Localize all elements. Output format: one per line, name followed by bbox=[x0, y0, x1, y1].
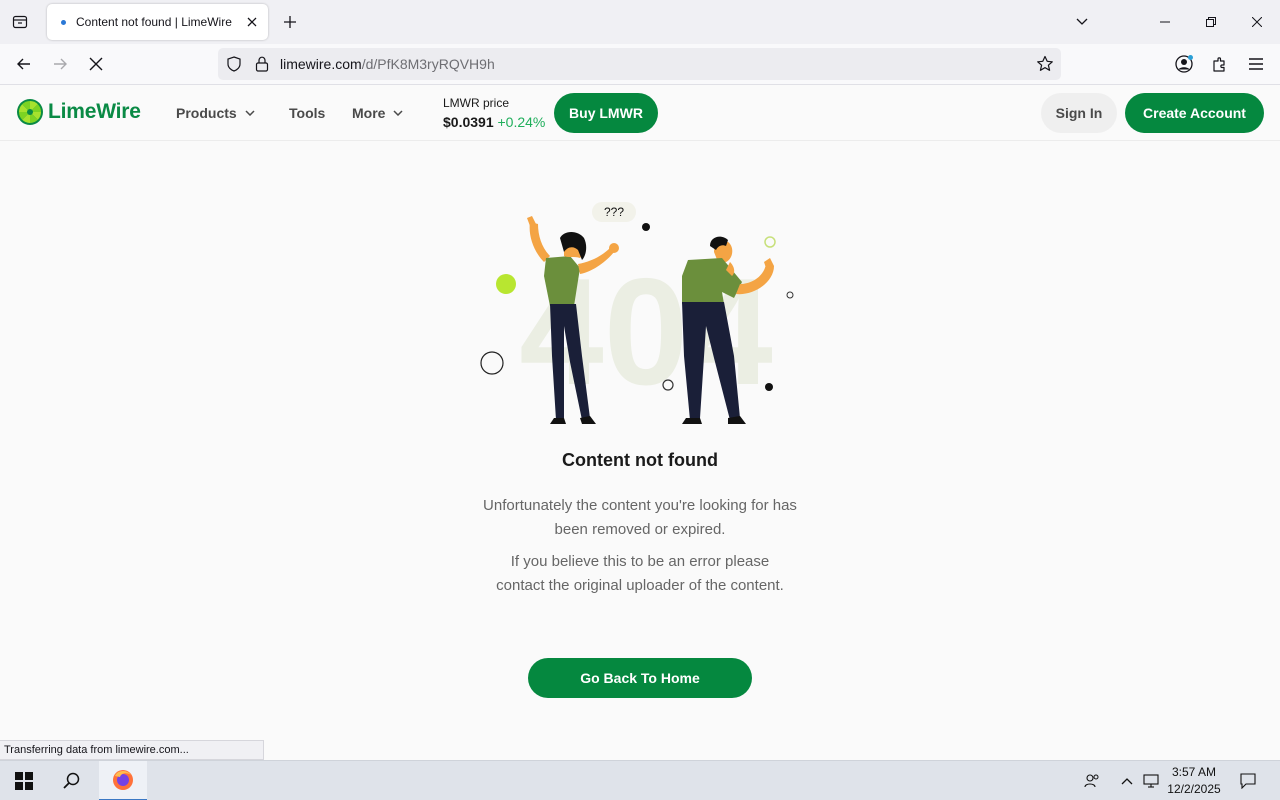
logo-text: LimeWire bbox=[48, 100, 141, 123]
url-text: limewire.com/d/PfK8M3ryRQVH9h bbox=[280, 56, 495, 72]
outline-circle bbox=[480, 351, 504, 375]
price-amount: $0.0391 bbox=[443, 114, 494, 130]
tab-list-icon[interactable] bbox=[8, 10, 32, 34]
minimize-icon[interactable] bbox=[1142, 0, 1188, 44]
stop-loading-icon[interactable] bbox=[82, 50, 110, 78]
lock-icon[interactable] bbox=[252, 54, 272, 74]
clock-time: 3:57 AM bbox=[1171, 765, 1217, 779]
black-dot bbox=[642, 223, 650, 231]
outline-circle bbox=[764, 236, 776, 248]
nav-more-label: More bbox=[352, 105, 386, 121]
browser-navbar: limewire.com/d/PfK8M3ryRQVH9h bbox=[0, 44, 1280, 85]
back-arrow-icon[interactable] bbox=[10, 50, 38, 78]
extensions-icon[interactable] bbox=[1206, 50, 1234, 78]
price-value: $0.0391 +0.24% bbox=[443, 114, 545, 130]
black-dot bbox=[765, 383, 773, 391]
status-bar: Transferring data from limewire.com... bbox=[0, 740, 264, 760]
people-icon[interactable] bbox=[1082, 771, 1102, 791]
new-tab-icon[interactable] bbox=[278, 10, 302, 34]
speech-bubble-text: ??? bbox=[604, 205, 624, 219]
go-back-home-button[interactable]: Go Back To Home bbox=[528, 658, 752, 698]
network-icon[interactable] bbox=[1141, 771, 1161, 791]
url-bar[interactable]: limewire.com/d/PfK8M3ryRQVH9h bbox=[218, 48, 1061, 80]
nav-more[interactable]: More bbox=[352, 105, 403, 121]
notification-icon[interactable] bbox=[1238, 771, 1258, 791]
windows-start-icon[interactable] bbox=[0, 761, 48, 800]
chevron-up-icon[interactable] bbox=[1117, 771, 1137, 791]
lime-logo-icon bbox=[17, 99, 43, 125]
browser-tabstrip: Content not found | LimeWire bbox=[0, 0, 1280, 44]
shield-icon[interactable] bbox=[224, 54, 244, 74]
account-icon[interactable] bbox=[1170, 50, 1198, 78]
tab-title: Content not found | LimeWire bbox=[76, 15, 232, 29]
close-tab-icon[interactable] bbox=[240, 10, 264, 34]
not-found-illustration: 404 ??? bbox=[480, 202, 794, 424]
clock-date: 12/2/2025 bbox=[1167, 782, 1221, 796]
price-change: +0.24% bbox=[497, 114, 546, 130]
nav-products-label: Products bbox=[176, 105, 237, 121]
chevron-down-icon bbox=[245, 110, 255, 116]
forward-arrow-icon[interactable] bbox=[46, 50, 74, 78]
system-clock[interactable]: 3:57 AM 12/2/2025 bbox=[1160, 764, 1228, 798]
restore-icon[interactable] bbox=[1188, 0, 1234, 44]
firefox-taskbar-icon[interactable] bbox=[99, 761, 147, 800]
lime-dot bbox=[496, 274, 516, 294]
menu-hamburger-icon[interactable] bbox=[1242, 50, 1270, 78]
limewire-logo[interactable]: LimeWire bbox=[16, 98, 141, 126]
browser-tab-active[interactable]: Content not found | LimeWire bbox=[47, 4, 268, 40]
site-header: LimeWire Products Tools More LMWR price … bbox=[0, 85, 1280, 141]
buy-lmwr-button[interactable]: Buy LMWR bbox=[554, 93, 658, 133]
chevron-down-icon bbox=[393, 110, 403, 116]
search-icon[interactable] bbox=[48, 761, 96, 800]
nav-products[interactable]: Products bbox=[176, 105, 255, 121]
loading-dot-icon bbox=[61, 19, 66, 25]
nav-tools-label: Tools bbox=[289, 105, 326, 121]
nav-tools[interactable]: Tools bbox=[289, 105, 325, 121]
bookmark-star-icon[interactable] bbox=[1035, 54, 1055, 74]
windows-taskbar: 3:57 AM 12/2/2025 bbox=[0, 760, 1280, 800]
not-found-message: Unfortunately the content you're looking… bbox=[483, 497, 797, 538]
price-label: LMWR price bbox=[443, 96, 510, 110]
outline-circle bbox=[786, 291, 794, 299]
close-window-icon[interactable] bbox=[1234, 0, 1280, 44]
page-title: Content not found bbox=[562, 450, 718, 470]
create-account-button[interactable]: Create Account bbox=[1125, 93, 1264, 133]
list-all-tabs-icon[interactable] bbox=[1070, 10, 1094, 34]
sign-in-button[interactable]: Sign In bbox=[1041, 93, 1117, 133]
error-help-message: If you believe this to be an error pleas… bbox=[496, 553, 784, 594]
